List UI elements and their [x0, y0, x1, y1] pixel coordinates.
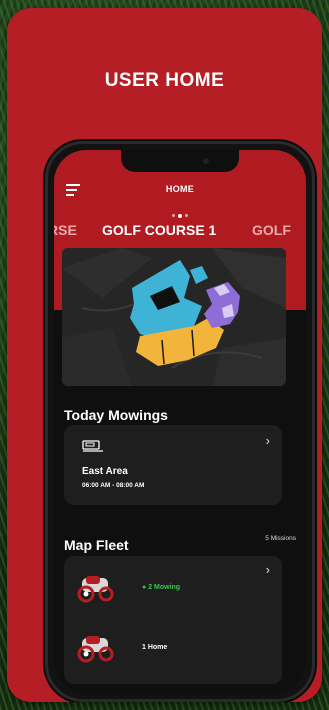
- chevron-right-icon[interactable]: ›: [266, 433, 270, 448]
- page-title: USER HOME: [104, 70, 225, 91]
- course-tabs: RSE GOLF COURSE 1 GOLF: [54, 222, 306, 242]
- fleet-status-mowing: ● 2 Mowing: [142, 584, 180, 591]
- mower-icon: [82, 439, 104, 458]
- carousel-dot[interactable]: [172, 214, 175, 218]
- fleet-mission-count[interactable]: 5 Missions: [265, 535, 296, 542]
- mowing-time-range: 06:00 AM - 08:00 AM: [82, 482, 145, 489]
- today-mowings-title: Today Mowings: [64, 407, 168, 423]
- robot-mower-icon: [76, 572, 116, 604]
- tab-previous-course[interactable]: RSE: [54, 222, 77, 238]
- carousel-dot-active[interactable]: [178, 213, 182, 218]
- phone-notch: [121, 150, 239, 172]
- today-mowing-card[interactable]: › East Area 06:00 AM - 08:00 AM: [64, 425, 282, 505]
- course-map[interactable]: [62, 248, 286, 386]
- robot-mower-icon: [76, 632, 116, 664]
- map-fleet-title: Map Fleet: [64, 537, 129, 553]
- phone-frame: HOME RSE GOLF COURSE 1 GOLF: [45, 141, 315, 702]
- tab-next-course[interactable]: GOLF: [252, 222, 291, 238]
- carousel-dot[interactable]: [185, 214, 188, 218]
- chevron-right-icon[interactable]: ›: [266, 562, 270, 577]
- fleet-status-home: 1 Home: [142, 644, 168, 651]
- mowing-count: 2 Mowing: [148, 584, 181, 591]
- header-title: HOME: [165, 184, 195, 194]
- fleet-card[interactable]: › ● 2 Mowing 1 Home: [64, 556, 282, 684]
- tab-golf-course-1[interactable]: GOLF COURSE 1: [102, 222, 216, 238]
- mowing-area-name: East Area: [82, 466, 128, 477]
- mowing-status-dot-icon: ●: [142, 584, 147, 591]
- satellite-map-image: [62, 248, 286, 386]
- promo-card: USER HOME HOME RSE GOLF COURSE 1 GOLF: [7, 8, 322, 702]
- app-screen: HOME RSE GOLF COURSE 1 GOLF: [54, 150, 306, 693]
